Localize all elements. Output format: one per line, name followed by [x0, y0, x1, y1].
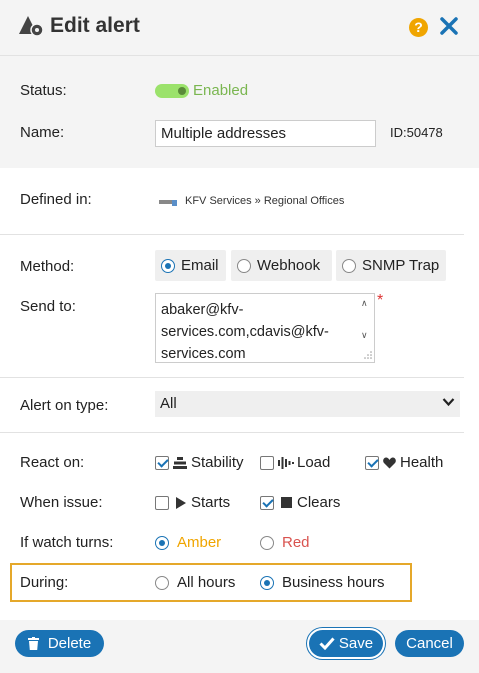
close-icon[interactable]: [438, 15, 460, 37]
react-health[interactable]: Health: [365, 454, 443, 471]
divider: [0, 432, 464, 433]
stability-label: Stability: [191, 454, 244, 471]
all-hours-label: All hours: [177, 574, 236, 591]
required-marker: *: [377, 292, 384, 309]
method-snmp[interactable]: SNMP Trap: [336, 250, 446, 281]
trash-icon: [27, 637, 39, 650]
alert-id: ID:50478: [390, 125, 443, 140]
scroll-down-icon[interactable]: ∨: [361, 330, 368, 341]
react-load[interactable]: Load: [260, 454, 330, 471]
starts-label: Starts: [191, 494, 231, 511]
method-snmp-label: SNMP Trap: [362, 257, 440, 274]
react-on-label: React on:: [20, 454, 85, 471]
when-issue-label: When issue:: [20, 494, 103, 511]
divider: [0, 234, 464, 235]
react-stability[interactable]: Stability: [155, 454, 244, 471]
watch-amber[interactable]: Amber: [155, 534, 221, 551]
method-email-label: Email: [181, 257, 219, 274]
status-toggle[interactable]: [155, 84, 189, 98]
alert-type-label: Alert on type:: [20, 397, 109, 414]
send-to-label: Send to:: [20, 298, 76, 315]
red-label: Red: [282, 534, 310, 551]
resize-grip-icon[interactable]: [364, 351, 372, 359]
method-webhook-label: Webhook: [257, 257, 321, 274]
status-label: Status:: [20, 82, 67, 99]
play-icon: [176, 496, 186, 509]
cancel-button[interactable]: Cancel: [395, 630, 464, 657]
load-label: Load: [297, 454, 331, 471]
delete-button[interactable]: Delete: [15, 630, 104, 657]
webhook-radio[interactable]: [237, 258, 251, 273]
during-business-hours[interactable]: Business hours: [260, 574, 385, 591]
status-section: [0, 56, 479, 168]
name-label: Name:: [20, 124, 65, 141]
all-hours-radio[interactable]: [155, 575, 169, 590]
scroll-up-icon[interactable]: ∧: [361, 298, 368, 309]
alert-settings-icon: [19, 16, 44, 37]
health-label: Health: [400, 454, 444, 471]
red-radio[interactable]: [260, 535, 274, 550]
divider: [0, 377, 464, 378]
watch-turns-label: If watch turns:: [20, 534, 114, 551]
send-to-line: services.com,cdavis@kfv-: [161, 324, 329, 340]
send-to-line: abaker@kfv-: [161, 302, 244, 318]
during-label: During:: [20, 574, 69, 591]
cancel-label: Cancel: [406, 635, 453, 652]
status-value: Enabled: [193, 82, 249, 99]
method-webhook[interactable]: Webhook: [231, 250, 332, 281]
chevron-down-icon: [442, 398, 455, 407]
starts-checkbox[interactable]: [155, 495, 169, 510]
load-icon: [278, 456, 294, 469]
delete-label: Delete: [47, 635, 92, 652]
stability-checkbox[interactable]: [155, 455, 169, 470]
dialog-title-text: Edit alert: [50, 14, 140, 37]
issue-clears[interactable]: Clears: [260, 494, 340, 511]
group-icon: [159, 200, 177, 206]
send-to-line: services.com: [161, 346, 246, 362]
check-icon: [319, 637, 335, 650]
alert-type-select[interactable]: All: [155, 391, 460, 417]
defined-in-label: Defined in:: [20, 191, 92, 208]
method-email[interactable]: Email: [155, 250, 226, 281]
dialog-title: Edit alert: [18, 14, 140, 38]
business-hours-label: Business hours: [282, 574, 385, 591]
stability-icon: [173, 456, 187, 469]
method-label: Method:: [20, 258, 75, 275]
email-radio[interactable]: [161, 258, 175, 273]
health-checkbox[interactable]: [365, 455, 379, 470]
defined-in-path[interactable]: KFV Services » Regional Offices: [185, 195, 344, 207]
snmp-radio[interactable]: [342, 258, 356, 273]
name-input[interactable]: Multiple addresses: [155, 120, 376, 147]
issue-starts[interactable]: Starts: [155, 494, 230, 511]
clears-checkbox[interactable]: [260, 495, 274, 510]
amber-radio[interactable]: [155, 535, 169, 550]
send-to-textarea[interactable]: abaker@kfv- services.com,cdavis@kfv- ser…: [155, 293, 375, 363]
help-icon[interactable]: ?: [409, 18, 428, 37]
load-checkbox[interactable]: [260, 455, 274, 470]
amber-label: Amber: [177, 534, 222, 551]
stop-icon: [281, 497, 292, 508]
heart-icon: [383, 456, 396, 468]
save-label: Save: [338, 635, 374, 652]
clears-label: Clears: [297, 494, 341, 511]
watch-red[interactable]: Red: [260, 534, 310, 551]
business-hours-radio[interactable]: [260, 575, 274, 590]
save-button[interactable]: Save: [309, 630, 383, 657]
during-all-hours[interactable]: All hours: [155, 574, 235, 591]
